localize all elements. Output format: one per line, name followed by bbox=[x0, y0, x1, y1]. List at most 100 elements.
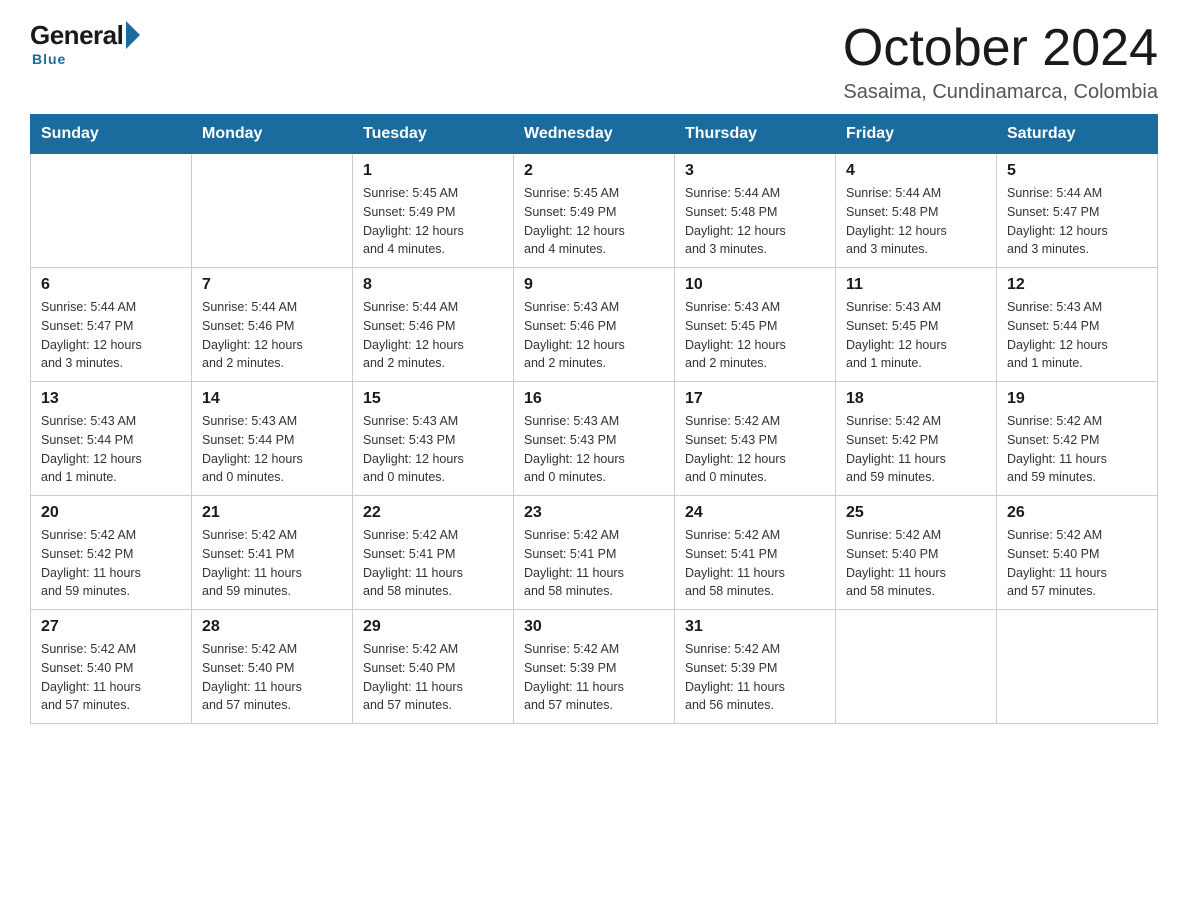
day-info: Sunrise: 5:44 AMSunset: 5:46 PMDaylight:… bbox=[363, 298, 503, 373]
day-number: 31 bbox=[685, 618, 825, 636]
day-info: Sunrise: 5:42 AMSunset: 5:42 PMDaylight:… bbox=[1007, 412, 1147, 487]
day-number: 12 bbox=[1007, 276, 1147, 294]
day-number: 16 bbox=[524, 390, 664, 408]
day-info: Sunrise: 5:42 AMSunset: 5:42 PMDaylight:… bbox=[846, 412, 986, 487]
day-info: Sunrise: 5:44 AMSunset: 5:48 PMDaylight:… bbox=[846, 184, 986, 259]
location: Sasaima, Cundinamarca, Colombia bbox=[843, 81, 1158, 104]
day-number: 8 bbox=[363, 276, 503, 294]
day-number: 19 bbox=[1007, 390, 1147, 408]
calendar-cell: 27Sunrise: 5:42 AMSunset: 5:40 PMDayligh… bbox=[31, 610, 192, 724]
logo-arrow-icon bbox=[126, 21, 140, 49]
calendar-header-row: SundayMondayTuesdayWednesdayThursdayFrid… bbox=[31, 115, 1158, 154]
day-info: Sunrise: 5:43 AMSunset: 5:43 PMDaylight:… bbox=[524, 412, 664, 487]
day-info: Sunrise: 5:42 AMSunset: 5:41 PMDaylight:… bbox=[685, 526, 825, 601]
calendar-cell bbox=[31, 154, 192, 268]
calendar-cell bbox=[836, 610, 997, 724]
calendar-cell: 9 Sunrise: 5:43 AMSunset: 5:46 PMDaylight… bbox=[514, 268, 675, 382]
day-info: Sunrise: 5:43 AMSunset: 5:44 PMDaylight:… bbox=[41, 412, 181, 487]
day-info: Sunrise: 5:42 AMSunset: 5:40 PMDaylight:… bbox=[41, 640, 181, 715]
day-number: 13 bbox=[41, 390, 181, 408]
day-number: 3 bbox=[685, 162, 825, 180]
calendar-cell: 14 Sunrise: 5:43 AMSunset: 5:44 PMDayligh… bbox=[192, 382, 353, 496]
day-number: 17 bbox=[685, 390, 825, 408]
day-info: Sunrise: 5:42 AMSunset: 5:40 PMDaylight:… bbox=[202, 640, 342, 715]
calendar-cell: 1 Sunrise: 5:45 AMSunset: 5:49 PMDaylight… bbox=[353, 154, 514, 268]
logo-tagline: Blue bbox=[32, 51, 66, 67]
calendar-cell bbox=[997, 610, 1158, 724]
weekday-header-thursday: Thursday bbox=[675, 115, 836, 154]
logo-general-text: General bbox=[30, 20, 123, 51]
weekday-header-sunday: Sunday bbox=[31, 115, 192, 154]
calendar-week-row: 6 Sunrise: 5:44 AMSunset: 5:47 PMDaylight… bbox=[31, 268, 1158, 382]
day-number: 29 bbox=[363, 618, 503, 636]
day-number: 14 bbox=[202, 390, 342, 408]
calendar-cell: 17 Sunrise: 5:42 AMSunset: 5:43 PMDayligh… bbox=[675, 382, 836, 496]
day-info: Sunrise: 5:43 AMSunset: 5:45 PMDaylight:… bbox=[685, 298, 825, 373]
day-info: Sunrise: 5:42 AMSunset: 5:40 PMDaylight:… bbox=[1007, 526, 1147, 601]
day-info: Sunrise: 5:42 AMSunset: 5:40 PMDaylight:… bbox=[363, 640, 503, 715]
day-number: 2 bbox=[524, 162, 664, 180]
calendar-cell: 20 Sunrise: 5:42 AMSunset: 5:42 PMDayligh… bbox=[31, 496, 192, 610]
calendar-cell: 26 Sunrise: 5:42 AMSunset: 5:40 PMDayligh… bbox=[997, 496, 1158, 610]
calendar-cell: 6 Sunrise: 5:44 AMSunset: 5:47 PMDaylight… bbox=[31, 268, 192, 382]
day-info: Sunrise: 5:44 AMSunset: 5:47 PMDaylight:… bbox=[41, 298, 181, 373]
day-info: Sunrise: 5:42 AMSunset: 5:39 PMDaylight:… bbox=[524, 640, 664, 715]
calendar-cell: 18Sunrise: 5:42 AMSunset: 5:42 PMDayligh… bbox=[836, 382, 997, 496]
calendar-cell: 10 Sunrise: 5:43 AMSunset: 5:45 PMDayligh… bbox=[675, 268, 836, 382]
day-info: Sunrise: 5:42 AMSunset: 5:41 PMDaylight:… bbox=[363, 526, 503, 601]
calendar-cell: 31 Sunrise: 5:42 AMSunset: 5:39 PMDayligh… bbox=[675, 610, 836, 724]
weekday-header-tuesday: Tuesday bbox=[353, 115, 514, 154]
calendar-cell: 29 Sunrise: 5:42 AMSunset: 5:40 PMDayligh… bbox=[353, 610, 514, 724]
calendar-cell bbox=[192, 154, 353, 268]
calendar-cell: 12 Sunrise: 5:43 AMSunset: 5:44 PMDayligh… bbox=[997, 268, 1158, 382]
day-info: Sunrise: 5:44 AMSunset: 5:46 PMDaylight:… bbox=[202, 298, 342, 373]
day-number: 5 bbox=[1007, 162, 1147, 180]
calendar-week-row: 13 Sunrise: 5:43 AMSunset: 5:44 PMDayligh… bbox=[31, 382, 1158, 496]
calendar-cell: 13 Sunrise: 5:43 AMSunset: 5:44 PMDayligh… bbox=[31, 382, 192, 496]
day-number: 9 bbox=[524, 276, 664, 294]
day-number: 23 bbox=[524, 504, 664, 522]
day-info: Sunrise: 5:42 AMSunset: 5:43 PMDaylight:… bbox=[685, 412, 825, 487]
calendar-cell: 4Sunrise: 5:44 AMSunset: 5:48 PMDaylight… bbox=[836, 154, 997, 268]
weekday-header-monday: Monday bbox=[192, 115, 353, 154]
day-info: Sunrise: 5:43 AMSunset: 5:45 PMDaylight:… bbox=[846, 298, 986, 373]
day-number: 15 bbox=[363, 390, 503, 408]
day-number: 20 bbox=[41, 504, 181, 522]
logo: General Blue bbox=[30, 20, 144, 67]
day-number: 22 bbox=[363, 504, 503, 522]
weekday-header-saturday: Saturday bbox=[997, 115, 1158, 154]
day-info: Sunrise: 5:45 AMSunset: 5:49 PMDaylight:… bbox=[363, 184, 503, 259]
calendar-cell: 19 Sunrise: 5:42 AMSunset: 5:42 PMDayligh… bbox=[997, 382, 1158, 496]
day-info: Sunrise: 5:45 AMSunset: 5:49 PMDaylight:… bbox=[524, 184, 664, 259]
calendar-cell: 5 Sunrise: 5:44 AMSunset: 5:47 PMDaylight… bbox=[997, 154, 1158, 268]
day-info: Sunrise: 5:43 AMSunset: 5:44 PMDaylight:… bbox=[1007, 298, 1147, 373]
day-info: Sunrise: 5:43 AMSunset: 5:44 PMDaylight:… bbox=[202, 412, 342, 487]
calendar-cell: 25Sunrise: 5:42 AMSunset: 5:40 PMDayligh… bbox=[836, 496, 997, 610]
day-number: 1 bbox=[363, 162, 503, 180]
day-info: Sunrise: 5:43 AMSunset: 5:46 PMDaylight:… bbox=[524, 298, 664, 373]
calendar-cell: 24Sunrise: 5:42 AMSunset: 5:41 PMDayligh… bbox=[675, 496, 836, 610]
day-number: 7 bbox=[202, 276, 342, 294]
calendar-table: SundayMondayTuesdayWednesdayThursdayFrid… bbox=[30, 114, 1158, 724]
calendar-cell: 15 Sunrise: 5:43 AMSunset: 5:43 PMDayligh… bbox=[353, 382, 514, 496]
calendar-week-row: 27Sunrise: 5:42 AMSunset: 5:40 PMDayligh… bbox=[31, 610, 1158, 724]
day-info: Sunrise: 5:42 AMSunset: 5:41 PMDaylight:… bbox=[524, 526, 664, 601]
day-number: 21 bbox=[202, 504, 342, 522]
day-number: 10 bbox=[685, 276, 825, 294]
day-info: Sunrise: 5:44 AMSunset: 5:47 PMDaylight:… bbox=[1007, 184, 1147, 259]
calendar-cell: 3 Sunrise: 5:44 AMSunset: 5:48 PMDaylight… bbox=[675, 154, 836, 268]
calendar-cell: 23 Sunrise: 5:42 AMSunset: 5:41 PMDayligh… bbox=[514, 496, 675, 610]
title-section: October 2024 Sasaima, Cundinamarca, Colo… bbox=[843, 20, 1158, 104]
day-info: Sunrise: 5:42 AMSunset: 5:42 PMDaylight:… bbox=[41, 526, 181, 601]
day-info: Sunrise: 5:42 AMSunset: 5:40 PMDaylight:… bbox=[846, 526, 986, 601]
day-info: Sunrise: 5:42 AMSunset: 5:39 PMDaylight:… bbox=[685, 640, 825, 715]
day-number: 28 bbox=[202, 618, 342, 636]
page-header: General Blue October 2024 Sasaima, Cundi… bbox=[30, 20, 1158, 104]
day-number: 6 bbox=[41, 276, 181, 294]
calendar-cell: 7 Sunrise: 5:44 AMSunset: 5:46 PMDaylight… bbox=[192, 268, 353, 382]
day-number: 26 bbox=[1007, 504, 1147, 522]
calendar-cell: 21Sunrise: 5:42 AMSunset: 5:41 PMDayligh… bbox=[192, 496, 353, 610]
calendar-cell: 22 Sunrise: 5:42 AMSunset: 5:41 PMDayligh… bbox=[353, 496, 514, 610]
day-info: Sunrise: 5:43 AMSunset: 5:43 PMDaylight:… bbox=[363, 412, 503, 487]
day-info: Sunrise: 5:44 AMSunset: 5:48 PMDaylight:… bbox=[685, 184, 825, 259]
